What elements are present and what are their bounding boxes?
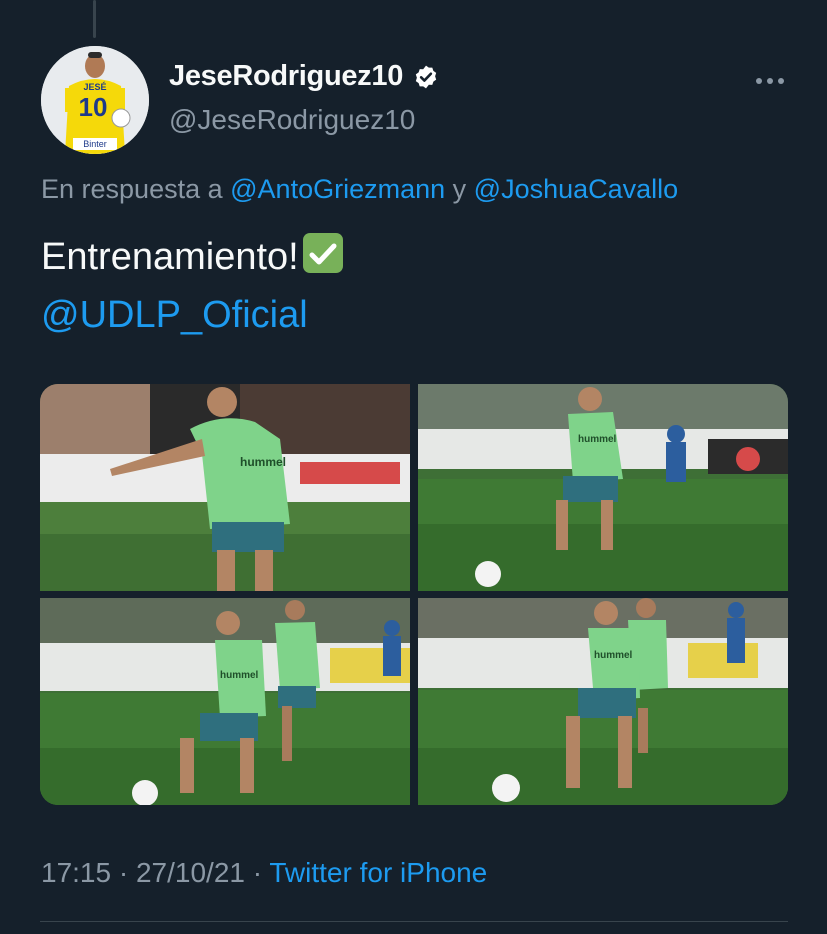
meta-separator: · [252,857,263,888]
photo-4-jersey-text: hummel [594,650,633,661]
more-dot [778,78,784,84]
avatar-image: JESÉ 10 Binter [41,46,149,154]
tweet-meta: 17:15 · 27/10/21 · Twitter for iPhone [41,857,487,889]
photo-3-image: hummel [40,598,410,805]
reply-joiner: y [452,174,467,204]
tweet-mention-udlp[interactable]: @UDLP_Oficial [41,286,343,344]
reply-prefix: En respuesta a [41,174,223,204]
more-dot [767,78,773,84]
reply-mention-2[interactable]: @JoshuaCavallo [474,174,679,204]
photo-4[interactable]: hummel [418,598,788,805]
author-header[interactable]: JeseRodriguez10 [169,60,439,93]
author-handle[interactable]: @JeseRodriguez10 [169,104,415,136]
photo-4-image: hummel [418,598,788,805]
avatar-jersey-name: JESÉ [83,82,106,92]
tweet-date[interactable]: 27/10/21 [136,857,245,888]
divider [40,921,788,922]
display-name[interactable]: JeseRodriguez10 [169,60,403,93]
photo-2[interactable]: hummel [418,384,788,591]
more-dot [756,78,762,84]
tweet-body: Entrenamiento! @UDLP_Oficial [41,228,343,344]
more-options-icon[interactable] [750,68,790,94]
meta-separator: · [118,857,129,888]
reply-context: En respuesta a @AntoGriezmann y @JoshuaC… [41,174,678,205]
check-mark-emoji-icon [302,233,343,273]
avatar-jersey-number: 10 [79,92,108,122]
photo-3[interactable]: hummel [40,598,410,805]
tweet-text: Entrenamiento! [41,236,299,278]
tweet-text-line-1: Entrenamiento! [41,228,343,286]
photo-1-jersey-text: hummel [240,455,286,469]
reply-mention-1[interactable]: @AntoGriezmann [230,174,445,204]
verified-badge-icon [415,65,437,88]
photo-1[interactable]: hummel [40,384,410,591]
photo-3-jersey-text: hummel [220,670,259,681]
avatar-sponsor: Binter [83,139,107,149]
thread-connector-line [93,0,96,38]
tweet-source[interactable]: Twitter for iPhone [269,857,487,888]
avatar[interactable]: JESÉ 10 Binter [41,46,149,154]
photo-2-image: hummel [418,384,788,591]
photo-2-jersey-text: hummel [578,434,617,445]
media-grid: hummel hummel hummel hummel [40,384,788,805]
photo-1-image: hummel [40,384,410,591]
tweet-time[interactable]: 17:15 [41,857,111,888]
